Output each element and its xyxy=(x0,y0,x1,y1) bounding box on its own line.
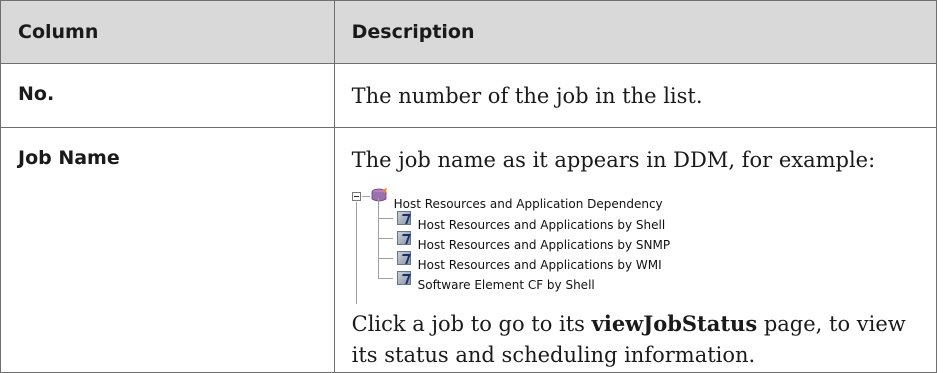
table-header-row: Column Description xyxy=(0,0,938,64)
row-description-number: The number of the job in the list. xyxy=(333,63,938,128)
job-icon xyxy=(396,211,411,225)
job-group-icon xyxy=(371,188,387,202)
tree-connector xyxy=(377,198,379,218)
tree-connector xyxy=(377,258,379,278)
tree-connector xyxy=(377,278,393,279)
tree-connector xyxy=(377,238,393,239)
tree-connector xyxy=(377,218,393,219)
job-icon xyxy=(396,271,411,285)
tree-connector xyxy=(377,238,379,258)
outro-text-before: Click a job to go to its xyxy=(351,312,592,336)
job-icon xyxy=(396,231,411,245)
table-row: Job Name The job name as it appears in D… xyxy=(0,127,938,373)
job-icon xyxy=(396,251,411,265)
row-description-job-name: The job name as it appears in DDM, for e… xyxy=(333,127,938,373)
tree-connector xyxy=(361,196,370,197)
tree-connector xyxy=(355,202,357,304)
collapse-icon[interactable] xyxy=(351,192,361,201)
job-tree: Host Resources and Application Dependenc… xyxy=(351,184,924,304)
tree-connector xyxy=(377,258,393,259)
row-name-number: No. xyxy=(0,63,335,128)
job-columns-table: Column Description No. The number of the… xyxy=(0,0,938,373)
view-job-status-term: viewJobStatus xyxy=(591,311,758,336)
job-name-intro: The job name as it appears in DDM, for e… xyxy=(351,148,876,172)
job-name-outro: Click a job to go to its viewJobStatus p… xyxy=(352,308,924,371)
tree-item-label: Software Element CF by Shell xyxy=(417,278,595,292)
row-name-job-name: Job Name xyxy=(0,127,335,373)
header-description: Description xyxy=(333,0,938,64)
header-column: Column xyxy=(0,0,335,64)
tree-connector xyxy=(377,218,379,238)
table-row: No. The number of the job in the list. xyxy=(0,63,938,128)
